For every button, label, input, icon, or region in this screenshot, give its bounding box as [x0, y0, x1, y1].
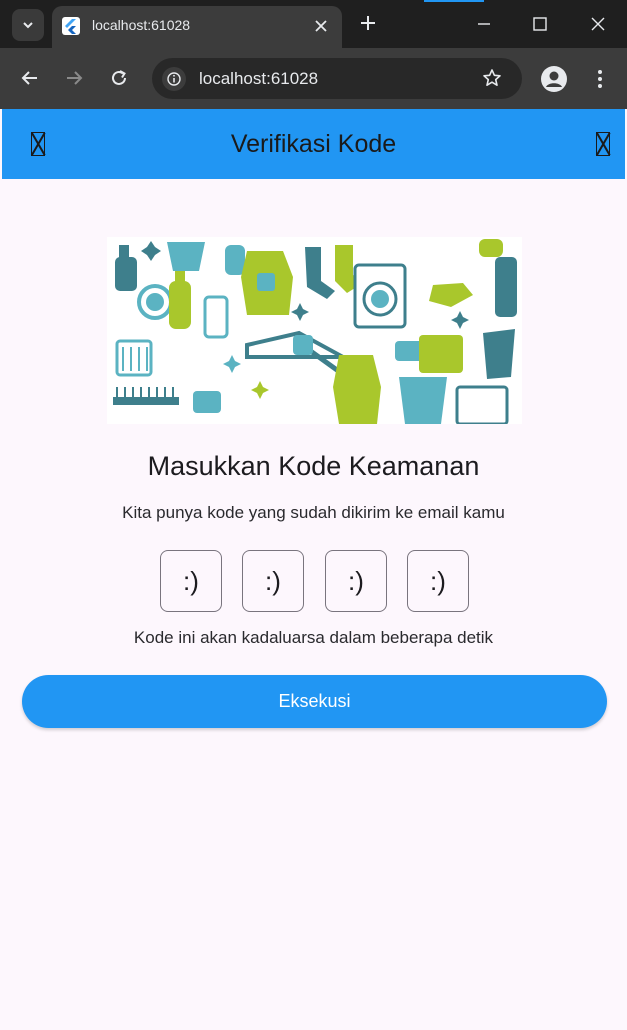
- missing-glyph-icon[interactable]: [596, 132, 610, 156]
- tune-icon: [167, 72, 181, 86]
- forward-button[interactable]: [59, 63, 89, 93]
- maximize-icon: [533, 17, 547, 31]
- tab-title: localhost:61028: [92, 17, 191, 33]
- tab-strip: localhost:61028: [0, 0, 627, 48]
- tab-search-button[interactable]: [12, 9, 44, 41]
- account-icon: [546, 71, 562, 87]
- chevron-down-icon: [23, 22, 33, 29]
- expire-text: Kode ini akan kadaluarsa dalam beberapa …: [133, 628, 494, 647]
- reload-icon: [112, 70, 126, 85]
- tab-close-button[interactable]: [310, 15, 332, 37]
- browser-toolbar: localhost:61028: [0, 48, 627, 109]
- star-icon: [483, 69, 501, 86]
- kebab-menu-icon: [598, 70, 602, 74]
- missing-glyph-icon[interactable]: [31, 132, 45, 156]
- url-text: localhost:61028: [199, 69, 319, 88]
- back-button[interactable]: [15, 63, 45, 93]
- bookmark-button[interactable]: [480, 66, 504, 90]
- code-input-1[interactable]: :): [160, 550, 222, 612]
- new-tab-button[interactable]: [356, 12, 380, 36]
- reload-button[interactable]: [104, 63, 134, 93]
- address-bar[interactable]: localhost:61028: [152, 58, 522, 99]
- verification-content: Masukkan Kode Keamanan Kita punya kode y…: [2, 179, 625, 1028]
- code-input-3[interactable]: :): [325, 550, 387, 612]
- arrow-left-icon: [21, 71, 37, 85]
- app-bar: Verifikasi Kode: [2, 109, 625, 179]
- site-info-button[interactable]: [162, 67, 186, 91]
- plus-icon: [361, 16, 375, 30]
- browser-tab[interactable]: localhost:61028: [52, 6, 342, 48]
- page-title: Verifikasi Kode: [230, 130, 397, 158]
- close-window-button[interactable]: [584, 10, 612, 38]
- tab-strip-accent: [424, 0, 484, 2]
- execute-button[interactable]: Eksekusi: [22, 675, 607, 728]
- minimize-button[interactable]: [470, 10, 498, 38]
- close-icon: [315, 20, 327, 32]
- code-input-2[interactable]: :): [242, 550, 304, 612]
- browser-window: localhost:61028 localhost:61028 Verifika…: [0, 0, 627, 1030]
- code-input-row: :) :) :) :): [160, 550, 470, 612]
- arrow-right-icon: [67, 71, 83, 85]
- cleaning-supplies-illustration: [107, 237, 522, 424]
- subtext: Kita punya kode yang sudah dikirim ke em…: [122, 503, 505, 522]
- heading: Masukkan Kode Keamanan: [147, 451, 480, 481]
- minimize-icon: [478, 23, 490, 25]
- profile-button[interactable]: [541, 66, 567, 92]
- code-input-4[interactable]: :): [407, 550, 469, 612]
- close-icon: [591, 17, 605, 31]
- maximize-button[interactable]: [526, 10, 554, 38]
- browser-menu-button[interactable]: [588, 66, 612, 92]
- flutter-favicon-icon: [62, 17, 80, 35]
